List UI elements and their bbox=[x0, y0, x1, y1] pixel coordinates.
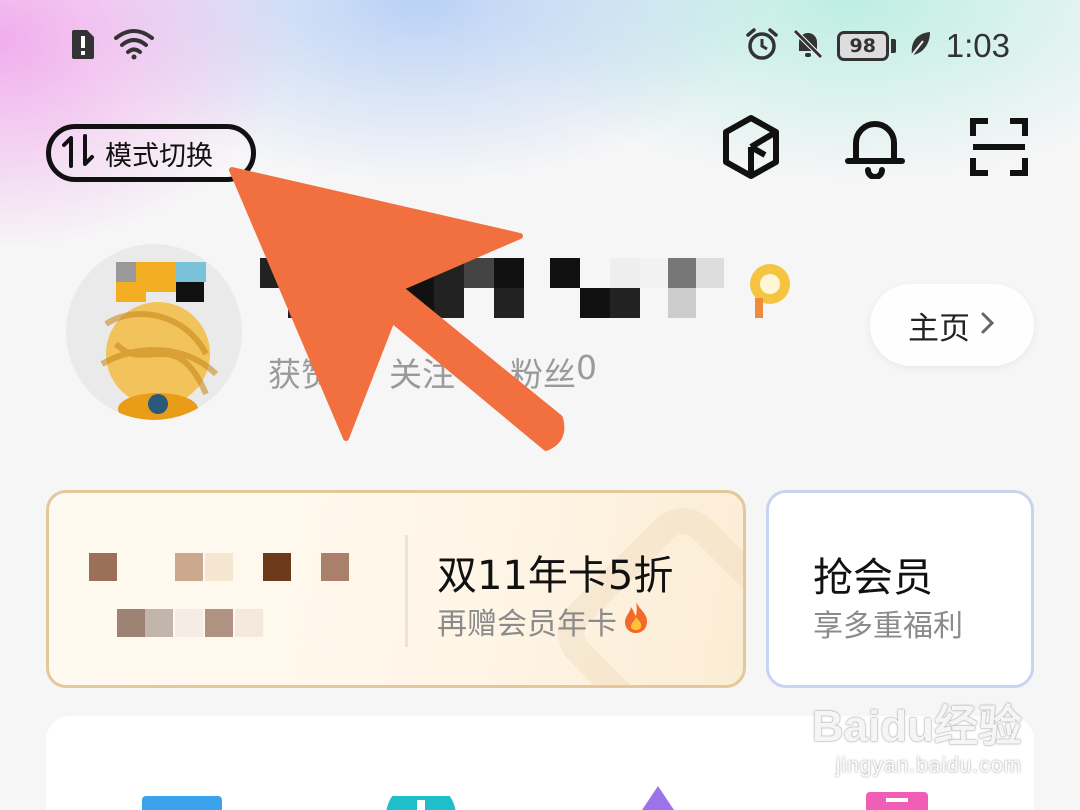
homepage-label: 主页 bbox=[908, 310, 970, 347]
vip-promo-subtitle: 再赠会员年卡 bbox=[437, 607, 617, 642]
battery-tip bbox=[890, 39, 896, 53]
scan-icon bbox=[970, 118, 1028, 180]
stat-following[interactable]: 关注 0 bbox=[389, 348, 476, 396]
stat-likes[interactable]: 获赞 1 bbox=[268, 348, 355, 396]
battery-level: 98 bbox=[836, 31, 889, 61]
cube-button[interactable] bbox=[720, 114, 782, 184]
vip-promo-title: 双11年卡5折 bbox=[437, 553, 674, 599]
card-divider bbox=[405, 535, 408, 647]
shortcut-pink[interactable] bbox=[866, 792, 928, 810]
notifications-muted-icon bbox=[791, 27, 825, 65]
watermark-url: jingyan.baidu.com bbox=[835, 754, 1022, 777]
watermark-brand: Baidu经验 bbox=[811, 702, 1022, 751]
alarm-icon bbox=[745, 27, 779, 65]
stat-following-value: 0 bbox=[455, 348, 476, 387]
watermark: Baidu经验 jingyan.baidu.com bbox=[812, 690, 1022, 778]
wifi-icon bbox=[114, 28, 154, 64]
mode-switch-button[interactable]: 模式切换 bbox=[46, 124, 256, 182]
avatar[interactable] bbox=[66, 244, 242, 420]
vip-promo-subtitle-row: 再赠会员年卡 bbox=[437, 599, 651, 643]
leaf-power-saving-icon bbox=[908, 29, 932, 63]
bell-icon bbox=[844, 115, 906, 183]
stat-likes-value: 1 bbox=[334, 348, 355, 387]
chevron-right-icon bbox=[980, 311, 996, 339]
shortcut-teal[interactable] bbox=[386, 781, 456, 810]
header-actions bbox=[720, 114, 1030, 184]
stat-fans-label: 粉丝 bbox=[510, 355, 576, 394]
switch-arrows-icon bbox=[61, 134, 97, 172]
stat-fans-value: 0 bbox=[576, 348, 597, 387]
member-promo-card[interactable]: 抢会员 享多重福利 bbox=[766, 490, 1034, 688]
vip-logo-pixelated bbox=[89, 551, 359, 645]
shortcut-purple[interactable] bbox=[638, 786, 678, 810]
stat-fans[interactable]: 粉丝 0 bbox=[510, 348, 597, 396]
username-pixelated bbox=[260, 232, 800, 322]
cube-icon bbox=[721, 114, 781, 184]
profile-stats: 获赞 1 关注 0 粉丝 0 bbox=[268, 348, 597, 396]
stat-following-label: 关注 bbox=[389, 355, 455, 394]
homepage-button[interactable]: 主页 bbox=[870, 284, 1034, 366]
mode-switch-label: 模式切换 bbox=[105, 140, 213, 172]
member-promo-title: 抢会员 bbox=[813, 555, 933, 601]
status-bar-right: 98 1:03 bbox=[745, 26, 1010, 66]
stat-likes-label: 获赞 bbox=[268, 355, 334, 394]
status-bar-left bbox=[70, 26, 154, 66]
shortcut-blue[interactable] bbox=[142, 796, 222, 810]
notifications-button[interactable] bbox=[844, 116, 906, 182]
vip-promo-card[interactable]: 双11年卡5折 再赠会员年卡 bbox=[46, 490, 746, 688]
sim-alert-icon bbox=[70, 28, 96, 64]
member-promo-subtitle: 享多重福利 bbox=[813, 609, 963, 644]
fire-icon bbox=[621, 600, 651, 642]
status-time: 1:03 bbox=[945, 27, 1010, 64]
scan-button[interactable] bbox=[968, 116, 1030, 182]
